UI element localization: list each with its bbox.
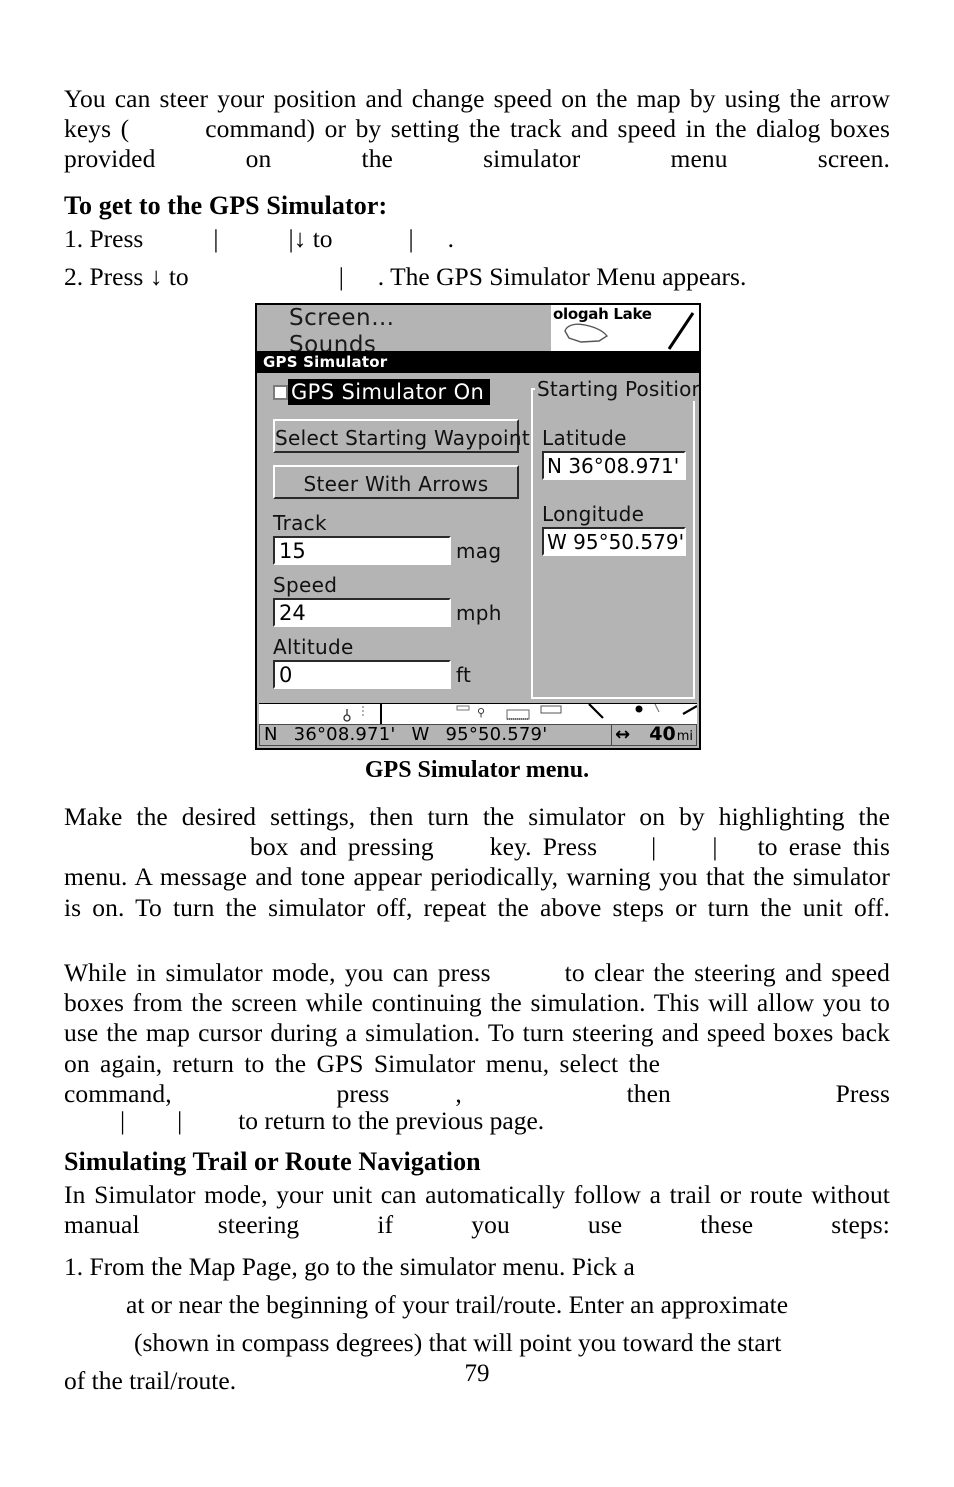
map-sliver: ⚲ [259,703,697,724]
speed-label: Speed [273,573,338,597]
step-2-arrow-icon: ↓ [149,262,163,291]
gps-simulator-on-checkbox[interactable] [273,384,288,400]
gps-device-screen: Screen… Sounds ologah Lake GPS Simulator [255,303,701,750]
status-lat-value: 36°08.971' [293,724,396,745]
step-1-period: . [447,224,455,253]
latitude-input[interactable]: N 36°08.971' [542,451,686,480]
trail-step-1-text-2: at or near the beginning of your trail/r… [126,1290,789,1319]
speed-unit: mph [456,600,502,625]
altitude-unit: ft [456,662,472,687]
trail-step-1-line-2: at or near the beginning of your trail/r… [64,1286,890,1324]
status-coordinates: N 36°08.971' W 95°50.579' [259,724,611,746]
step-1-number: 1. Press [64,224,144,253]
dialog-titlebar: GPS Simulator [257,351,699,373]
step-1-sep-1: | [213,224,219,253]
status-lat-hemisphere: N [264,724,278,745]
gps-simulator-on-label: GPS Simulator On [288,379,491,405]
speed-field-group: Speed 24 mph [273,573,521,627]
manual-page: You can steer your position and change s… [64,0,890,1487]
gps-simulator-figure: Screen… Sounds ologah Lake GPS Simulator [255,303,701,750]
trail-step-1-text-3: (shown in compass degrees) that will poi… [134,1328,782,1357]
after-figure-run-2: box and pressing [250,832,434,862]
longitude-input[interactable]: W 95°50.579' [542,527,686,556]
simulator-mode-last-line: | | to return to the previous page. [120,1106,545,1135]
dialog-right-column: Starting Position Latitude N 36°08.971' … [531,377,699,699]
altitude-label: Altitude [273,635,354,659]
starting-position-fields: Latitude N 36°08.971' Longitude W 95°50.… [542,426,686,578]
status-lon-hemisphere: W [411,724,430,745]
trail-step-1-line-1: 1. From the Map Page, go to the simulato… [64,1248,890,1286]
after-figure-run-4: to erase this menu. A message and tone a… [64,832,890,922]
zoom-range-value: 40 [649,722,676,745]
track-unit: mag [456,538,502,563]
background-menu-item-sounds[interactable]: Sounds [259,332,551,351]
zoom-range-unit: mi [676,728,693,744]
step-1: 1. Press | |↓ to |. [64,220,890,258]
trail-step-1-text-1: 1. From the Map Page, go to the simulato… [64,1252,635,1281]
step-1-arrow-icon: ↓ [293,224,307,253]
step-2-to: to [168,262,189,291]
altitude-row: 0 ft [273,660,521,689]
background-menu-list: Screen… Sounds [259,305,551,351]
step-2-sep: | [338,262,344,291]
track-label: Track [273,511,327,535]
track-row: 15 mag [273,536,521,565]
svg-text:⚲: ⚲ [477,706,485,719]
step-2-tail: . The GPS Simulator Menu appears. [377,262,747,291]
gps-simulator-on-row[interactable]: GPS Simulator On [273,379,521,405]
background-menu-item-screen[interactable]: Screen… [259,305,551,332]
step-1-to: to [312,224,333,253]
figure-caption: GPS Simulator menu. [364,757,590,783]
status-bar: N 36°08.971' W 95°50.579' ↔ 40mi [259,724,697,746]
trail-step-1-line-3: (shown in compass degrees) that will poi… [64,1324,890,1362]
zoom-range-arrow-icon: ↔ [615,724,631,745]
altitude-field-group: Altitude 0 ft [273,635,521,689]
status-lon-value: 95°50.579' [445,724,548,745]
after-figure-run-1: Make the desired settings, then turn the… [64,802,890,831]
step-2: 2. Press ↓ to | . The GPS Simulator Menu a… [64,258,890,296]
track-input[interactable]: 15 [273,536,451,565]
intro-run-2: command) or by setting the track and spe… [64,114,890,174]
dialog-left-column: GPS Simulator On Select Starting Waypoin… [273,379,530,697]
step-2-number: 2. Press [64,262,144,291]
starting-position-title: Starting Position [535,377,699,401]
after-figure-run-3: key. Press [489,832,598,862]
steer-with-arrows-button[interactable]: Steer With Arrows [273,465,519,499]
sim-mode-run-5: to return to the previous page. [238,1106,545,1135]
heading-simulating-trail: Simulating Trail or Route Navigation [64,1147,481,1176]
after-figure-paragraph: Make the desired settings, then turn the… [64,802,890,922]
longitude-label: Longitude [542,502,645,526]
track-field-group: Track 15 mag [273,511,521,565]
sim-mode-run-1: While in simulator mode, you can press [64,958,491,987]
altitude-input[interactable]: 0 [273,660,451,689]
page-number: 79 [464,1360,490,1387]
step-1-sep-3: | [408,224,414,253]
select-starting-waypoint-button[interactable]: Select Starting Waypoint [273,419,530,453]
latitude-label: Latitude [542,426,627,450]
starting-position-groupbox: Latitude N 36°08.971' Longitude W 95°50.… [531,388,695,699]
intro-paragraph: You can steer your position and change s… [64,84,890,205]
minimap-preview: ologah Lake [551,305,699,352]
speed-input[interactable]: 24 [273,598,451,627]
status-zoom-range: ↔ 40mi [611,724,697,746]
minimap-graphics [564,312,695,350]
heading-to-get-to-simulator: To get to the GPS Simulator: [64,191,388,220]
map-sliver-graphics: ⚲ [343,704,697,724]
speed-row: 24 mph [273,598,521,627]
dialog-body: GPS Simulator On Select Starting Waypoin… [259,373,699,704]
